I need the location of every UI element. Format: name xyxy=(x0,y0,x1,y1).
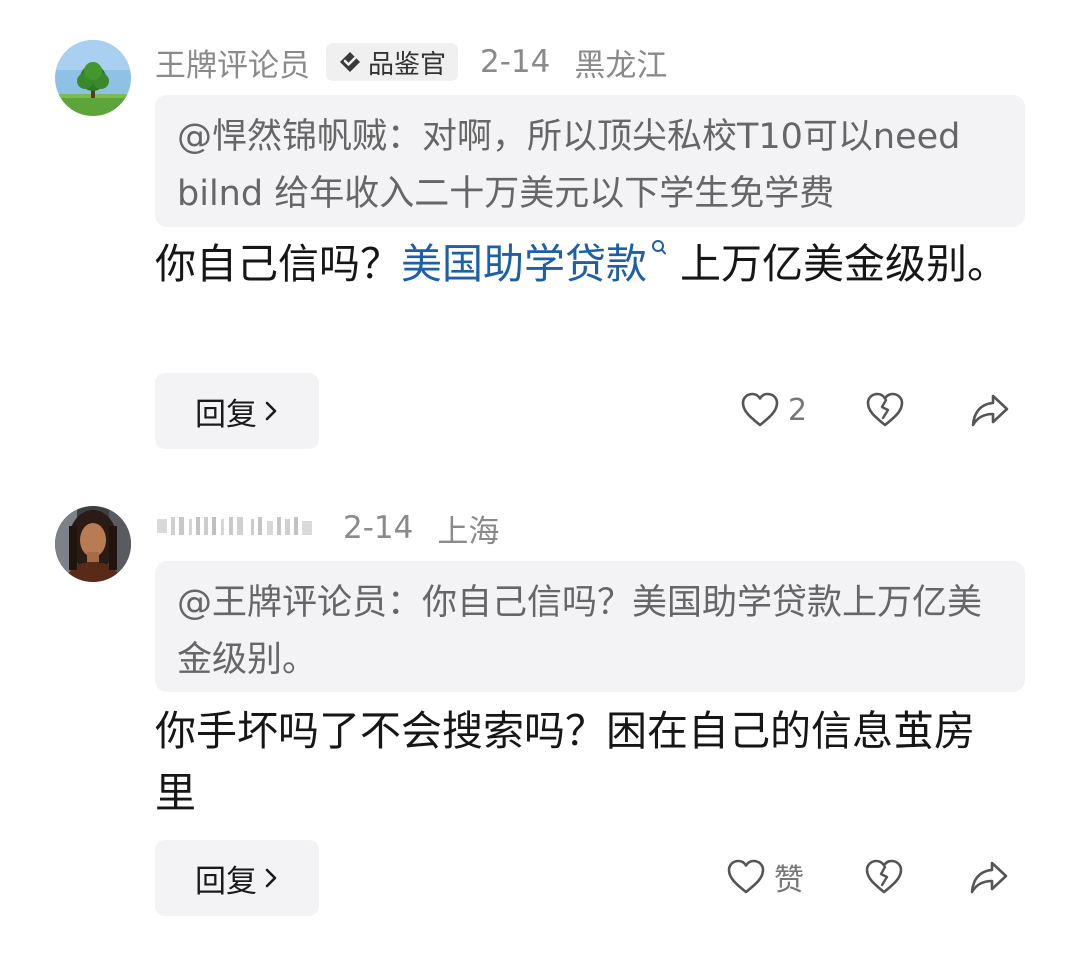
quoted-comment[interactable]: @悍然锦帆贼：对啊，所以顶尖私校T10可以need bilnd 给年收入二十万美… xyxy=(155,95,1025,227)
topic-link[interactable]: 美国助学贷款 xyxy=(401,240,667,288)
reply-label: 回复 xyxy=(195,863,257,900)
search-mini-icon xyxy=(651,239,667,257)
action-bar: 2 xyxy=(740,385,1011,435)
badge-diamond-icon xyxy=(338,50,362,74)
dislike-button[interactable] xyxy=(865,391,905,429)
avatar-tree[interactable] xyxy=(55,40,131,116)
username[interactable]: 王牌评论员 xyxy=(155,40,310,85)
action-bar: 赞 xyxy=(726,852,1010,902)
username-blurred[interactable] xyxy=(155,509,317,547)
quoted-text: @悍然锦帆贼：对啊，所以顶尖私校T10可以need bilnd 给年收入二十万美… xyxy=(177,117,961,214)
heart-icon xyxy=(726,858,766,896)
badge-label: 品鉴官 xyxy=(368,49,447,80)
comment-body: 你自己信吗？美国助学贷款 上万亿美金级别。 xyxy=(155,233,1015,295)
like-button[interactable]: 2 xyxy=(740,391,807,429)
like-label: 赞 xyxy=(774,863,804,898)
comment-location: 上海 xyxy=(437,513,500,550)
comment-date: 2-14 xyxy=(480,44,551,80)
comment-date: 2-14 xyxy=(343,510,414,546)
body-text-before: 你自己信吗？ xyxy=(155,240,401,288)
quoted-text: @王牌评论员：你自己信吗？美国助学贷款上万亿美金级别。 xyxy=(177,583,983,680)
like-count: 2 xyxy=(788,392,808,428)
chevron-right-icon xyxy=(263,867,279,889)
comment-body: 你手坏吗了不会搜索吗？困在自己的信息茧房里 xyxy=(155,707,975,817)
comment-meta: 2-14 上海 xyxy=(155,506,499,550)
share-icon xyxy=(969,391,1011,429)
reply-button[interactable]: 回复 xyxy=(155,840,319,916)
topic-link-label: 美国助学贷款 xyxy=(401,240,647,288)
share-icon xyxy=(968,858,1010,896)
avatar-portrait[interactable] xyxy=(55,506,131,582)
heart-icon xyxy=(740,391,780,429)
comment-meta: 王牌评论员 品鉴官 2-14 黑龙江 xyxy=(155,40,667,84)
comment-location: 黑龙江 xyxy=(574,47,668,84)
blurred-name-placeholder xyxy=(157,517,312,535)
reply-label: 回复 xyxy=(195,396,257,433)
dislike-button[interactable] xyxy=(864,858,904,896)
broken-heart-icon xyxy=(865,391,905,429)
reply-button[interactable]: 回复 xyxy=(155,373,319,449)
share-button[interactable] xyxy=(969,391,1011,429)
user-badge: 品鉴官 xyxy=(326,43,459,81)
broken-heart-icon xyxy=(864,858,904,896)
share-button[interactable] xyxy=(968,858,1010,896)
quoted-comment[interactable]: @王牌评论员：你自己信吗？美国助学贷款上万亿美金级别。 xyxy=(155,561,1025,692)
chevron-right-icon xyxy=(263,400,279,422)
like-button[interactable]: 赞 xyxy=(726,855,804,899)
body-text-after: 上万亿美金级别。 xyxy=(680,240,1009,288)
